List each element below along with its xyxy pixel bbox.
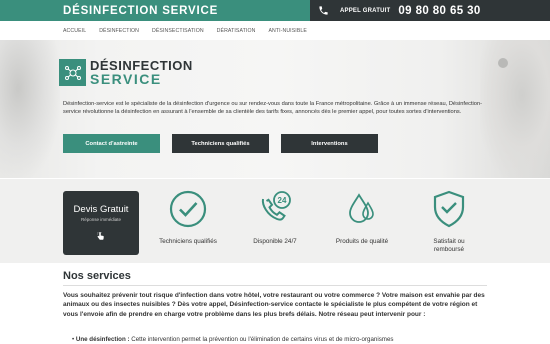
feature-disponible: 24 Disponible 24/7 (245, 189, 305, 246)
phone-24-icon: 24 (245, 189, 305, 234)
services-divider (63, 285, 487, 286)
phone-number-link[interactable]: 09 80 80 65 30 (398, 5, 480, 17)
nav-item-deratisation[interactable]: DÉRATISATION (217, 24, 256, 38)
interventions-button[interactable]: Interventions (281, 134, 378, 153)
feature-label: Techniciens qualifiés (159, 238, 217, 245)
nav-item-accueil[interactable]: ACCUEIL (63, 24, 86, 38)
hero-description: Désinfection-service est le spécialiste … (63, 101, 483, 116)
services-bullet-item: • Une désinfection : Cette intervention … (72, 336, 394, 343)
feature-label: Disponible 24/7 (253, 238, 297, 245)
devis-gratuit-button[interactable]: Devis Gratuit Réponse immédiate (63, 191, 139, 255)
hand-pointer-icon (96, 228, 106, 246)
devis-title: Devis Gratuit (73, 204, 129, 215)
brand-bar: DÉSINFECTION SERVICE (0, 0, 310, 21)
devis-subtitle: Réponse immédiate (80, 217, 122, 222)
shield-check-icon (419, 189, 479, 234)
hero-background-image-right (480, 40, 550, 178)
main-nav: ACCUEIL DÉSINFECTION DÉSINSECTISATION DÉ… (63, 24, 320, 38)
techniciens-qualifies-button[interactable]: Techniciens qualifiés (172, 134, 269, 153)
services-intro: Vous souhaitez prévenir tout risque d'in… (63, 292, 485, 318)
feature-label: Produits de qualité (335, 238, 389, 245)
top-bar: DÉSINFECTION SERVICE APPEL GRATUIT 09 80… (0, 0, 550, 21)
phone-24-text: 24 (278, 196, 287, 205)
feature-produits: Produits de qualité (332, 189, 392, 246)
nav-item-desinfection[interactable]: DÉSINFECTION (99, 24, 139, 38)
phone-icon (316, 4, 330, 18)
call-label: APPEL GRATUIT (340, 7, 391, 14)
hero-section: DÉSINFECTION SERVICE Désinfection-servic… (0, 40, 550, 178)
features-section: Devis Gratuit Réponse immédiate Technici… (0, 179, 550, 263)
nav-item-desinsectisation[interactable]: DÉSINSECTISATION (152, 24, 204, 38)
feature-label: Satisfait ou remboursé (433, 238, 465, 253)
hero-buttons: Contact d'astreinte Techniciens qualifié… (63, 134, 378, 153)
services-heading: Nos services (63, 270, 131, 282)
bullet-term: Une désinfection : (75, 336, 130, 343)
drops-icon (332, 189, 392, 234)
check-circle-icon (158, 189, 218, 234)
contact-astreinte-button[interactable]: Contact d'astreinte (63, 134, 160, 153)
logo-subtitle: SERVICE (90, 71, 162, 87)
logo-icon (59, 59, 86, 86)
call-bar: APPEL GRATUIT 09 80 80 65 30 (310, 0, 550, 21)
feature-techniciens: Techniciens qualifiés (158, 189, 218, 246)
hero-background-image-left (0, 40, 60, 178)
brand-name[interactable]: DÉSINFECTION SERVICE (63, 5, 218, 17)
feature-satisfait: Satisfait ou remboursé (419, 189, 479, 254)
nav-item-anti-nuisible[interactable]: ANTI-NUISIBLE (268, 24, 306, 38)
bullet-text: Cette intervention permet la prévention … (131, 336, 394, 343)
